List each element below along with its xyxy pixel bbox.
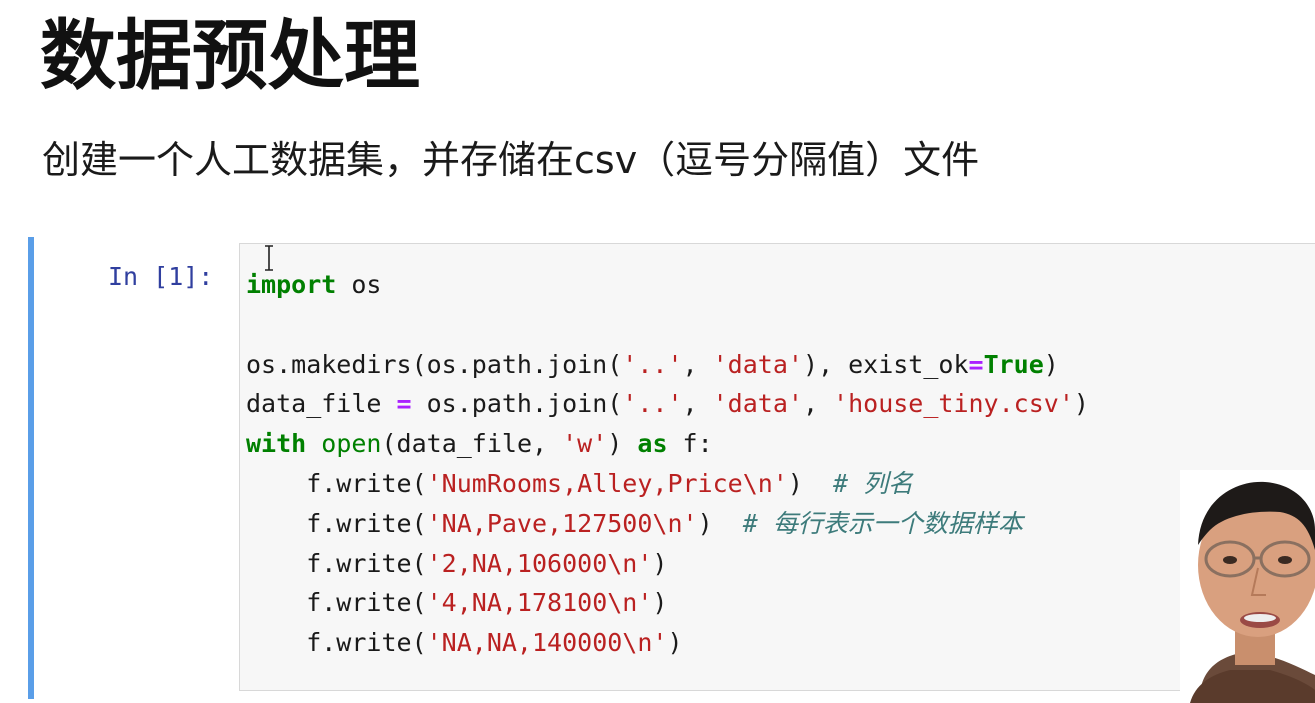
- code-line: os.makedirs(os.path.join('..', 'data'), …: [246, 345, 1089, 385]
- code-token: 'house_tiny.csv': [833, 389, 1074, 419]
- slide-subtitle: 创建一个人工数据集，并存储在csv（逗号分隔值）文件: [42, 138, 980, 182]
- code-line: f.write('2,NA,106000\n'): [246, 544, 1089, 584]
- code-token: '..': [622, 349, 683, 379]
- code-token: ,: [682, 349, 713, 379]
- code-token: as: [637, 429, 668, 459]
- code-line: import os: [246, 265, 1089, 305]
- code-token: 'NumRooms,Alley,Price\n': [426, 468, 788, 498]
- slide-title: 数据预处理: [40, 11, 420, 100]
- cell-prompt: In [1]:: [108, 262, 214, 291]
- code-token: ): [652, 548, 668, 578]
- code-token: ): [652, 588, 668, 618]
- code-token: os: [336, 270, 382, 299]
- code-token: data_file: [246, 389, 397, 419]
- code-token: 'w': [562, 429, 608, 459]
- code-token: ,: [802, 389, 834, 419]
- code-token: os.makedirs(os.path.join(: [246, 349, 623, 379]
- code-cell[interactable]: In [1]: import os os.makedirs(os.path.jo…: [28, 237, 1315, 699]
- code-token: 'data': [712, 389, 803, 419]
- code-token: =: [396, 389, 412, 419]
- code-line: f.write('NA,Pave,127500\n') # 每行表示一个数据样本: [246, 504, 1089, 544]
- code-line: f.write('NA,NA,140000\n'): [246, 623, 1089, 663]
- presenter-webcam-image: [1180, 470, 1315, 703]
- code-token: '..': [622, 389, 683, 419]
- code-token: f.write(: [246, 468, 427, 498]
- code-token: f.write(: [246, 548, 427, 578]
- code-line: with open(data_file, 'w') as f:: [246, 424, 1089, 464]
- code-token: f.write(: [246, 508, 427, 538]
- code-editor[interactable]: import os os.makedirs(os.path.join('..',…: [239, 243, 1315, 691]
- code-token: # 列名: [833, 468, 914, 498]
- code-token: True: [983, 349, 1044, 379]
- code-token: # 每行表示一个数据样本: [742, 508, 1023, 538]
- code-token: ): [787, 468, 834, 498]
- code-token: ): [667, 628, 683, 658]
- code-token: 'data': [712, 349, 803, 379]
- code-token: import: [246, 270, 337, 299]
- code-token: '4,NA,178100\n': [426, 588, 653, 618]
- code-token: os.path.join(: [411, 389, 623, 419]
- code-token: 'NA,NA,140000\n': [426, 628, 668, 658]
- code-line: f.write('4,NA,178100\n'): [246, 583, 1089, 623]
- code-token: f.write(: [246, 588, 427, 618]
- code-token: 'NA,Pave,127500\n': [426, 508, 698, 538]
- code-token: f.write(: [246, 628, 427, 658]
- code-token: ,: [682, 389, 713, 419]
- code-token: ): [1073, 389, 1089, 419]
- code-token: f:: [667, 429, 713, 459]
- code-token: ), exist_ok: [802, 349, 969, 379]
- code-token: open: [321, 429, 382, 459]
- text-cursor-icon: [265, 245, 273, 271]
- code-token: ): [1043, 349, 1059, 379]
- code-token: =: [968, 349, 984, 379]
- code-token: (data_file,: [381, 429, 563, 459]
- code-token: ): [697, 508, 743, 538]
- code-token: '2,NA,106000\n': [426, 548, 653, 578]
- code-token: with: [246, 429, 307, 459]
- code-line: data_file = os.path.join('..', 'data', '…: [246, 384, 1089, 424]
- code-text[interactable]: import os os.makedirs(os.path.join('..',…: [246, 265, 1089, 663]
- code-line: f.write('NumRooms,Alley,Price\n') # 列名: [246, 464, 1089, 504]
- code-token: ): [607, 429, 638, 459]
